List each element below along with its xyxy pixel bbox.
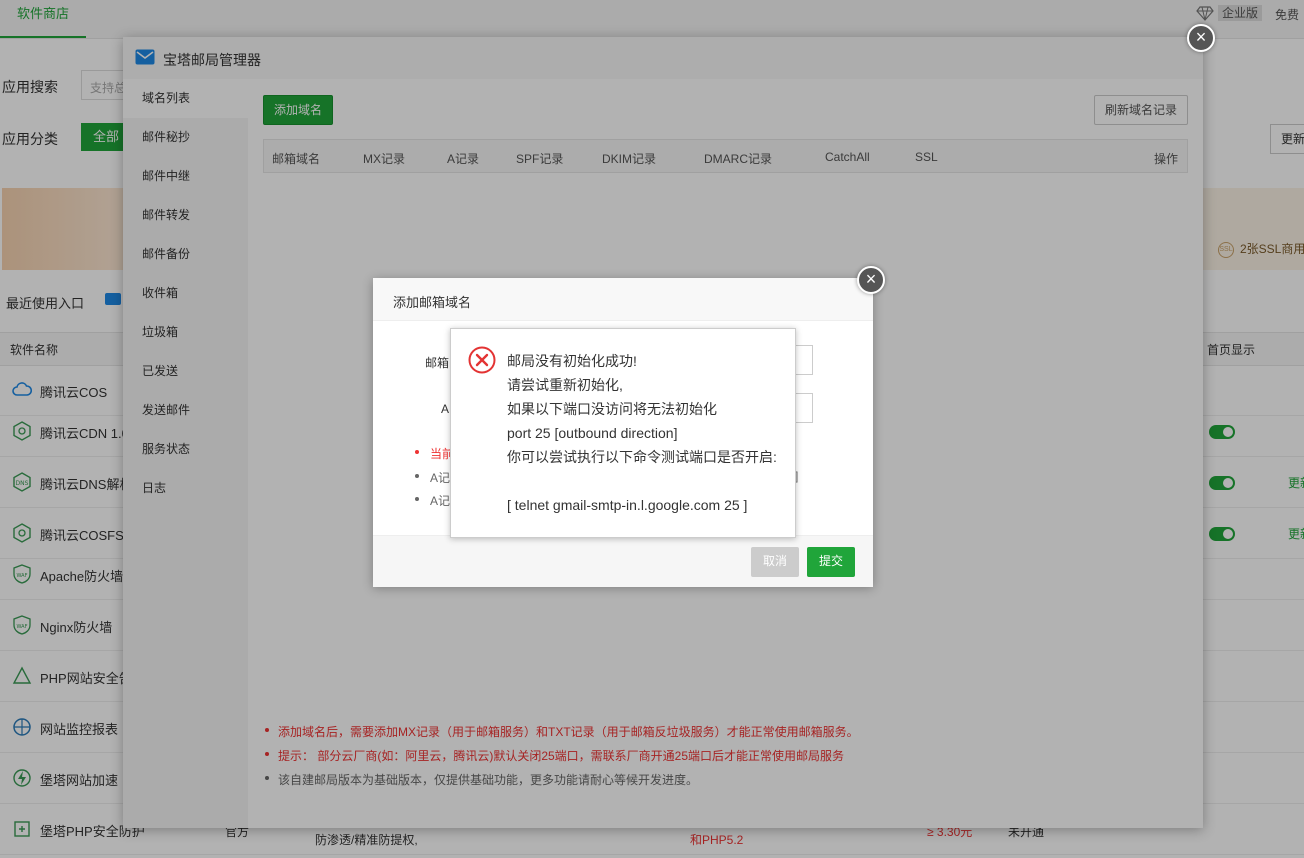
error-line-5: 你可以尝试执行以下命令测试端口是否开启: [507,449,777,465]
error-line-2: 请尝试重新初始化, [507,377,623,393]
submit-button[interactable]: 提交 [807,547,855,577]
mail-manager-close-icon[interactable]: × [1187,24,1215,52]
a-record-field-label: A [441,402,450,416]
a-record-tip-2: A记 [414,494,451,508]
error-line-port: port 25 [outbound direction] [507,425,678,441]
init-error-message: 邮局没有初始化成功! 请尝试重新初始化, 如果以下端口没访问将无法初始化 por… [450,328,796,538]
add-domain-dialog-footer: 取消 提交 [373,535,873,587]
domain-field-label: 邮箱 [425,356,450,370]
add-domain-dialog-title: 添加邮箱域名 [393,295,472,310]
cancel-button[interactable]: 取消 [751,547,799,577]
error-line-3: 如果以下端口没访问将无法初始化 [507,401,717,417]
error-circle-x-icon [468,346,496,374]
error-line-1: 邮局没有初始化成功! [507,353,637,369]
add-domain-close-icon[interactable]: × [857,266,885,294]
add-domain-dialog-header: 添加邮箱域名 [373,278,873,321]
error-line-command: [ telnet gmail-smtp-in.l.google.com 25 ] [507,497,748,513]
a-record-tip-1: A记 [414,471,451,485]
